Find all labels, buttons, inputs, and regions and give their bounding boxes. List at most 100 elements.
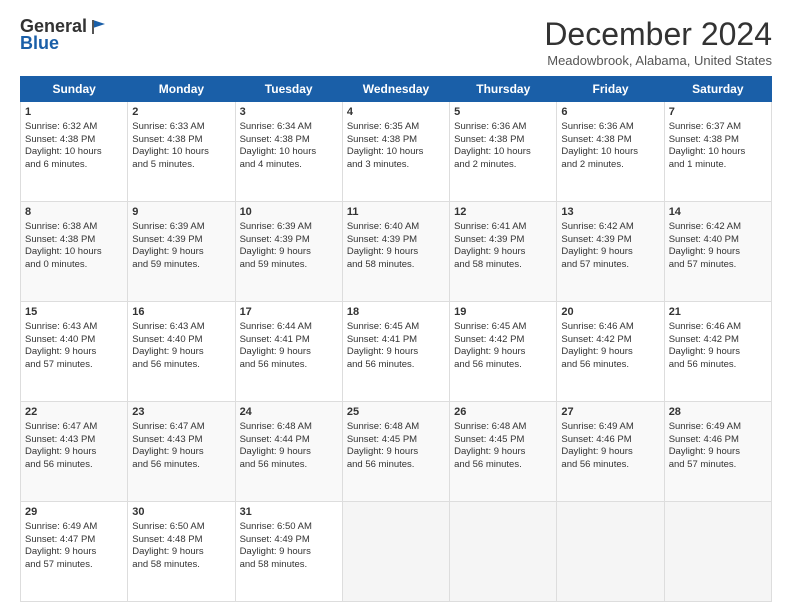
- day-info-line: Sunset: 4:40 PM: [132, 334, 230, 347]
- day-info-line: Sunrise: 6:47 AM: [25, 421, 123, 434]
- day-info-line: Sunset: 4:38 PM: [669, 134, 767, 147]
- day-info-line: and 2 minutes.: [454, 159, 552, 172]
- day-info-line: Daylight: 10 hours: [240, 146, 338, 159]
- day-info-line: and 56 minutes.: [240, 459, 338, 472]
- day-info-line: Daylight: 9 hours: [132, 246, 230, 259]
- day-number: 11: [347, 205, 445, 220]
- day-number: 15: [25, 305, 123, 320]
- day-info-line: and 56 minutes.: [240, 359, 338, 372]
- day-number: 16: [132, 305, 230, 320]
- day-info-line: Sunrise: 6:47 AM: [132, 421, 230, 434]
- logo-blue: Blue: [20, 33, 59, 54]
- day-info-line: Sunrise: 6:45 AM: [347, 321, 445, 334]
- calendar-cell: 20Sunrise: 6:46 AMSunset: 4:42 PMDayligh…: [557, 302, 664, 402]
- day-info-line: Sunrise: 6:39 AM: [240, 221, 338, 234]
- day-info-line: Sunrise: 6:38 AM: [25, 221, 123, 234]
- calendar-cell: 16Sunrise: 6:43 AMSunset: 4:40 PMDayligh…: [128, 302, 235, 402]
- day-header-thursday: Thursday: [450, 77, 557, 102]
- day-info-line: and 56 minutes.: [669, 359, 767, 372]
- calendar-cell: 17Sunrise: 6:44 AMSunset: 4:41 PMDayligh…: [235, 302, 342, 402]
- day-number: 13: [561, 205, 659, 220]
- calendar-cell: [557, 502, 664, 602]
- week-row-4: 22Sunrise: 6:47 AMSunset: 4:43 PMDayligh…: [21, 402, 772, 502]
- day-info-line: Sunset: 4:48 PM: [132, 534, 230, 547]
- day-info-line: Daylight: 9 hours: [132, 346, 230, 359]
- day-info-line: and 59 minutes.: [240, 259, 338, 272]
- day-info-line: Daylight: 10 hours: [454, 146, 552, 159]
- day-info-line: Sunrise: 6:46 AM: [669, 321, 767, 334]
- calendar-cell: 12Sunrise: 6:41 AMSunset: 4:39 PMDayligh…: [450, 202, 557, 302]
- day-info-line: and 57 minutes.: [25, 559, 123, 572]
- day-number: 14: [669, 205, 767, 220]
- day-info-line: Daylight: 9 hours: [240, 246, 338, 259]
- day-number: 10: [240, 205, 338, 220]
- day-info-line: Sunset: 4:45 PM: [454, 434, 552, 447]
- day-info-line: Daylight: 9 hours: [240, 446, 338, 459]
- day-info-line: Daylight: 9 hours: [240, 546, 338, 559]
- day-info-line: and 0 minutes.: [25, 259, 123, 272]
- day-header-sunday: Sunday: [21, 77, 128, 102]
- day-info-line: Sunrise: 6:35 AM: [347, 121, 445, 134]
- day-header-saturday: Saturday: [664, 77, 771, 102]
- day-info-line: Sunrise: 6:43 AM: [25, 321, 123, 334]
- day-number: 17: [240, 305, 338, 320]
- day-info-line: and 4 minutes.: [240, 159, 338, 172]
- day-info-line: Sunset: 4:40 PM: [669, 234, 767, 247]
- calendar-cell: 31Sunrise: 6:50 AMSunset: 4:49 PMDayligh…: [235, 502, 342, 602]
- calendar-cell: 21Sunrise: 6:46 AMSunset: 4:42 PMDayligh…: [664, 302, 771, 402]
- day-info-line: Sunset: 4:42 PM: [561, 334, 659, 347]
- day-info-line: Daylight: 9 hours: [347, 346, 445, 359]
- day-info-line: Daylight: 10 hours: [25, 246, 123, 259]
- calendar-table: SundayMondayTuesdayWednesdayThursdayFrid…: [20, 76, 772, 602]
- calendar-cell: 9Sunrise: 6:39 AMSunset: 4:39 PMDaylight…: [128, 202, 235, 302]
- calendar-cell: 22Sunrise: 6:47 AMSunset: 4:43 PMDayligh…: [21, 402, 128, 502]
- day-info-line: Sunrise: 6:45 AM: [454, 321, 552, 334]
- day-info-line: and 57 minutes.: [25, 359, 123, 372]
- day-info-line: Daylight: 9 hours: [25, 446, 123, 459]
- day-number: 2: [132, 105, 230, 120]
- day-number: 27: [561, 405, 659, 420]
- day-info-line: Sunset: 4:38 PM: [240, 134, 338, 147]
- day-info-line: Sunset: 4:49 PM: [240, 534, 338, 547]
- day-number: 7: [669, 105, 767, 120]
- day-info-line: Sunset: 4:38 PM: [454, 134, 552, 147]
- header: General Blue December 2024 Meadowbrook, …: [20, 16, 772, 68]
- week-row-2: 8Sunrise: 6:38 AMSunset: 4:38 PMDaylight…: [21, 202, 772, 302]
- day-info-line: Daylight: 10 hours: [25, 146, 123, 159]
- day-info-line: Sunrise: 6:49 AM: [669, 421, 767, 434]
- day-number: 6: [561, 105, 659, 120]
- day-info-line: and 56 minutes.: [25, 459, 123, 472]
- calendar-cell: [450, 502, 557, 602]
- day-info-line: Sunset: 4:38 PM: [347, 134, 445, 147]
- calendar-cell: 8Sunrise: 6:38 AMSunset: 4:38 PMDaylight…: [21, 202, 128, 302]
- day-number: 29: [25, 505, 123, 520]
- day-number: 24: [240, 405, 338, 420]
- day-info-line: Sunset: 4:46 PM: [561, 434, 659, 447]
- calendar-cell: [664, 502, 771, 602]
- day-info-line: Daylight: 9 hours: [347, 246, 445, 259]
- calendar-cell: 24Sunrise: 6:48 AMSunset: 4:44 PMDayligh…: [235, 402, 342, 502]
- calendar-cell: 30Sunrise: 6:50 AMSunset: 4:48 PMDayligh…: [128, 502, 235, 602]
- day-header-monday: Monday: [128, 77, 235, 102]
- day-info-line: Sunset: 4:38 PM: [561, 134, 659, 147]
- day-info-line: Daylight: 9 hours: [669, 346, 767, 359]
- day-info-line: Sunrise: 6:39 AM: [132, 221, 230, 234]
- location: Meadowbrook, Alabama, United States: [544, 53, 772, 68]
- day-info-line: Sunrise: 6:32 AM: [25, 121, 123, 134]
- day-info-line: Sunset: 4:44 PM: [240, 434, 338, 447]
- calendar-cell: 23Sunrise: 6:47 AMSunset: 4:43 PMDayligh…: [128, 402, 235, 502]
- day-info-line: Daylight: 9 hours: [561, 346, 659, 359]
- calendar-header-row: SundayMondayTuesdayWednesdayThursdayFrid…: [21, 77, 772, 102]
- day-info-line: and 3 minutes.: [347, 159, 445, 172]
- day-info-line: Sunset: 4:46 PM: [669, 434, 767, 447]
- day-info-line: and 57 minutes.: [669, 459, 767, 472]
- week-row-5: 29Sunrise: 6:49 AMSunset: 4:47 PMDayligh…: [21, 502, 772, 602]
- day-info-line: Daylight: 9 hours: [561, 246, 659, 259]
- day-number: 12: [454, 205, 552, 220]
- calendar-page: General Blue December 2024 Meadowbrook, …: [0, 0, 792, 612]
- day-info-line: Sunrise: 6:50 AM: [240, 521, 338, 534]
- day-info-line: Daylight: 9 hours: [240, 346, 338, 359]
- day-info-line: Sunrise: 6:36 AM: [454, 121, 552, 134]
- day-number: 19: [454, 305, 552, 320]
- calendar-cell: 14Sunrise: 6:42 AMSunset: 4:40 PMDayligh…: [664, 202, 771, 302]
